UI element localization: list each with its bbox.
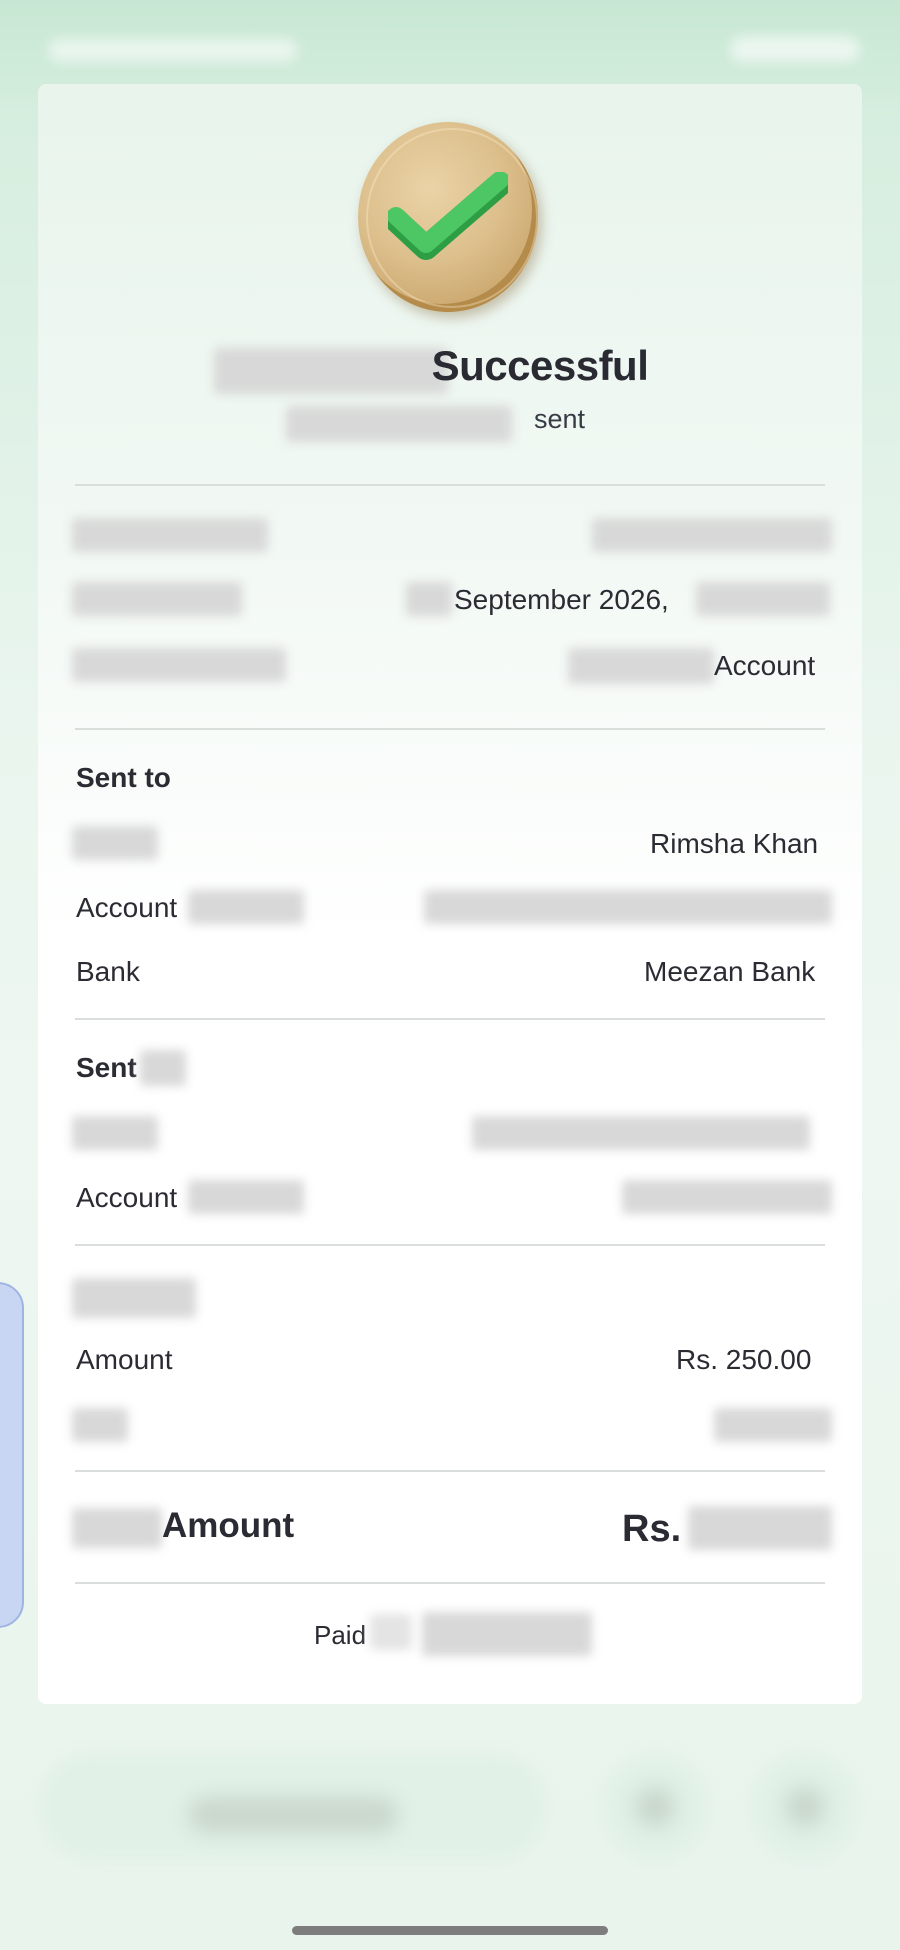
sent-from-heading: Sent bbox=[76, 1052, 137, 1083]
sent-from-heading-redacted bbox=[140, 1050, 186, 1086]
total-currency: Rs. bbox=[622, 1508, 682, 1550]
sender-name-value-redacted bbox=[472, 1116, 810, 1150]
home-indicator[interactable] bbox=[292, 1926, 608, 1935]
divider-2 bbox=[75, 728, 825, 730]
sender-account-label: Account bbox=[76, 1182, 178, 1213]
share-icon bbox=[635, 1787, 675, 1827]
fee-label-redacted bbox=[72, 1408, 128, 1442]
paid-via-redacted bbox=[370, 1614, 412, 1650]
status-bar-right-blurred bbox=[730, 36, 860, 62]
divider-5 bbox=[75, 1470, 825, 1472]
account-type-value: Account bbox=[714, 650, 816, 681]
amount-value: Rs. 250.00 bbox=[676, 1344, 812, 1375]
recipient-account-value-redacted bbox=[424, 890, 832, 924]
date-value: September 2026, bbox=[454, 584, 669, 615]
success-coin-icon bbox=[358, 122, 542, 314]
detail-label-1-redacted bbox=[72, 518, 268, 552]
download-button[interactable] bbox=[750, 1752, 860, 1862]
paid-via-logo-redacted bbox=[422, 1612, 592, 1656]
page-title: Successful bbox=[431, 342, 649, 389]
detail-value-1-redacted bbox=[592, 518, 832, 552]
date-day-redacted bbox=[406, 582, 452, 616]
download-icon bbox=[785, 1787, 825, 1827]
paid-label: Paid bbox=[314, 1620, 367, 1650]
total-value-redacted bbox=[688, 1506, 832, 1550]
sent-to-heading: Sent to bbox=[76, 762, 171, 793]
recipient-account-label-redacted bbox=[188, 890, 304, 924]
bottom-action-bar bbox=[30, 1744, 870, 1874]
divider-3 bbox=[75, 1018, 825, 1020]
recipient-account-label: Account bbox=[76, 892, 178, 923]
name-label-redacted bbox=[72, 826, 158, 860]
receipt-card: Successful sent September 2026, Account … bbox=[38, 84, 862, 1704]
time-redacted bbox=[696, 582, 830, 616]
primary-action-button[interactable] bbox=[38, 1752, 548, 1862]
subtitle: sent bbox=[534, 404, 586, 434]
sender-name-label-redacted bbox=[72, 1116, 158, 1150]
share-button[interactable] bbox=[600, 1752, 710, 1862]
subtitle-redacted bbox=[286, 406, 512, 442]
divider-1 bbox=[75, 484, 825, 486]
divider-4 bbox=[75, 1244, 825, 1246]
divider-6 bbox=[75, 1582, 825, 1584]
detail-label-2-redacted bbox=[72, 582, 242, 616]
status-bar-left-blurred bbox=[48, 38, 298, 62]
recipient-bank-label: Bank bbox=[76, 956, 140, 987]
total-amount-label: Amount bbox=[162, 1506, 295, 1545]
detail-label-3-redacted bbox=[72, 648, 286, 682]
status-bar bbox=[0, 0, 900, 80]
account-type-redacted bbox=[568, 648, 714, 684]
total-label-redacted bbox=[72, 1508, 162, 1548]
sender-account-label-redacted bbox=[188, 1180, 304, 1214]
amount-section-heading-redacted bbox=[72, 1278, 196, 1318]
fee-value-redacted bbox=[714, 1408, 832, 1442]
recipient-name: Rimsha Khan bbox=[650, 828, 819, 859]
sender-account-value-redacted bbox=[622, 1180, 832, 1214]
side-edge-tab[interactable] bbox=[0, 1282, 24, 1628]
recipient-bank-value: Meezan Bank bbox=[644, 956, 816, 987]
amount-label: Amount bbox=[76, 1344, 173, 1375]
